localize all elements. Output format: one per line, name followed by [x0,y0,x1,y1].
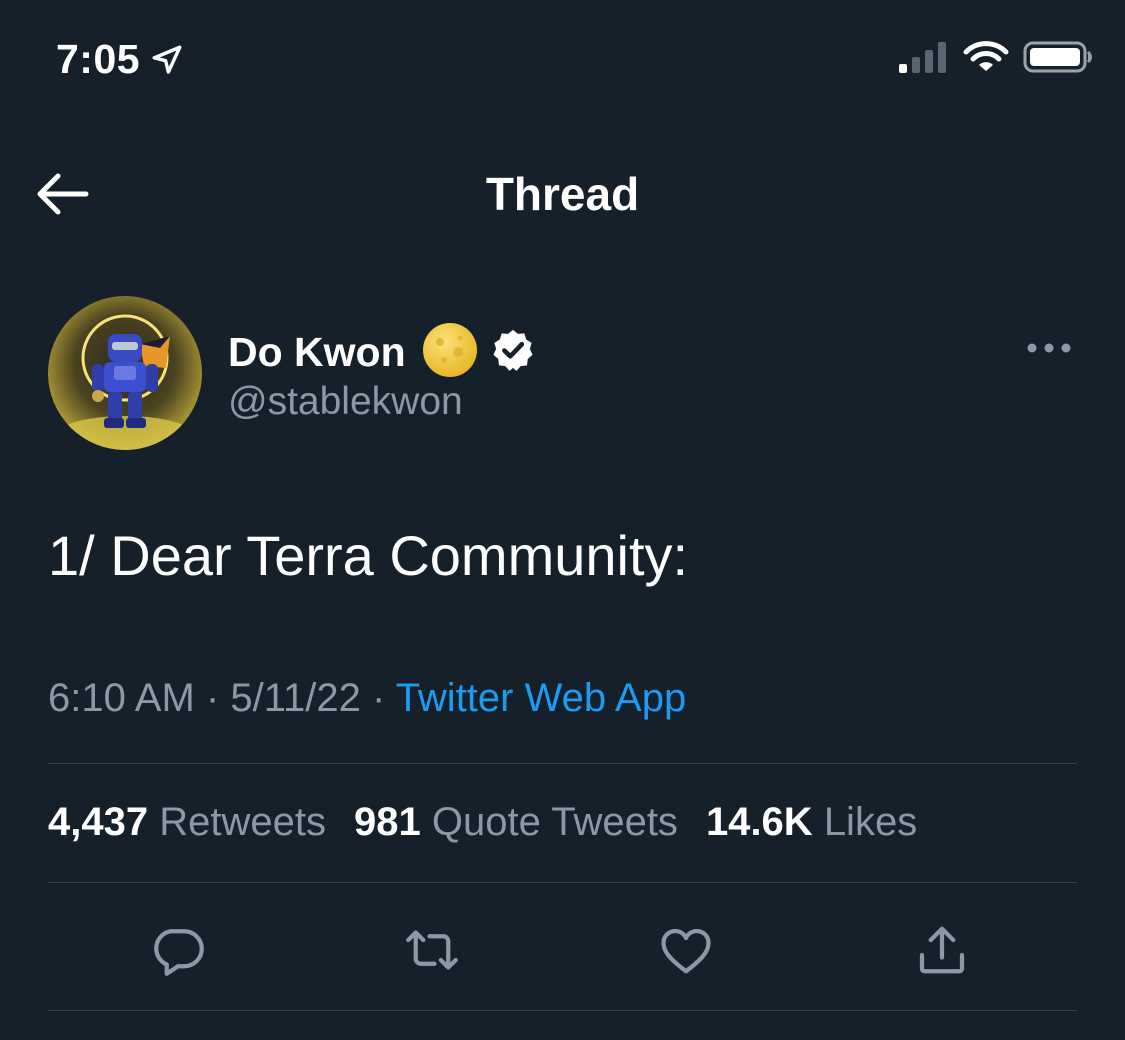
tweet-meta: 6:10 AM · 5/11/22 · Twitter Web App [48,676,686,721]
status-time-text: 7:05 [56,36,141,82]
retweets-label: Retweets [159,800,326,844]
cellular-signal-icon [897,40,949,74]
avatar-robot-icon [48,296,202,450]
tweet-time[interactable]: 6:10 AM [48,676,195,720]
divider [48,882,1077,883]
location-arrow-icon [152,45,182,74]
avatar[interactable] [48,296,202,450]
tweet-stats: 4,437 Retweets 981 Quote Tweets 14.6K Like… [48,800,917,845]
author-handle[interactable]: @stablekwon [228,380,463,424]
share-button[interactable] [912,920,972,980]
verified-badge-icon [490,327,536,378]
author-display-name: Do Kwon [228,329,406,375]
tweet-text: 1/ Dear Terra Community: [48,524,689,587]
meta-separator: · [371,676,386,720]
quotes-label: Quote Tweets [431,800,678,844]
likes-label: Likes [823,800,918,844]
meta-separator: · [205,676,220,720]
quotes-count: 981 [353,800,421,844]
status-indicators [897,40,1095,74]
divider [48,763,1077,764]
battery-icon [1023,40,1095,74]
reply-icon [154,929,204,976]
status-time: 7:05 [56,36,184,83]
share-icon [919,926,965,974]
retweets-count: 4,437 [48,800,149,844]
author-name-row[interactable]: Do Kwon [228,322,536,383]
likes-stat[interactable]: 14.6K Likes [706,800,917,844]
page-title: Thread [485,168,640,220]
tweet-source-link[interactable]: Twitter Web App [396,676,687,720]
wifi-icon [963,40,1009,74]
retweets-stat[interactable]: 4,437 Retweets [48,800,326,844]
reply-button[interactable] [148,920,208,980]
tweet-date[interactable]: 5/11/22 [230,676,361,720]
like-icon [661,928,711,974]
like-button[interactable] [656,920,716,980]
likes-count: 14.6K [705,800,813,844]
more-options-icon [1027,343,1071,353]
retweet-icon [406,930,458,970]
more-options-button[interactable] [1024,338,1074,358]
full-moon-emoji-icon [422,322,478,383]
divider [48,1010,1077,1011]
quotes-stat[interactable]: 981 Quote Tweets [354,800,678,844]
retweet-button[interactable] [402,920,462,980]
